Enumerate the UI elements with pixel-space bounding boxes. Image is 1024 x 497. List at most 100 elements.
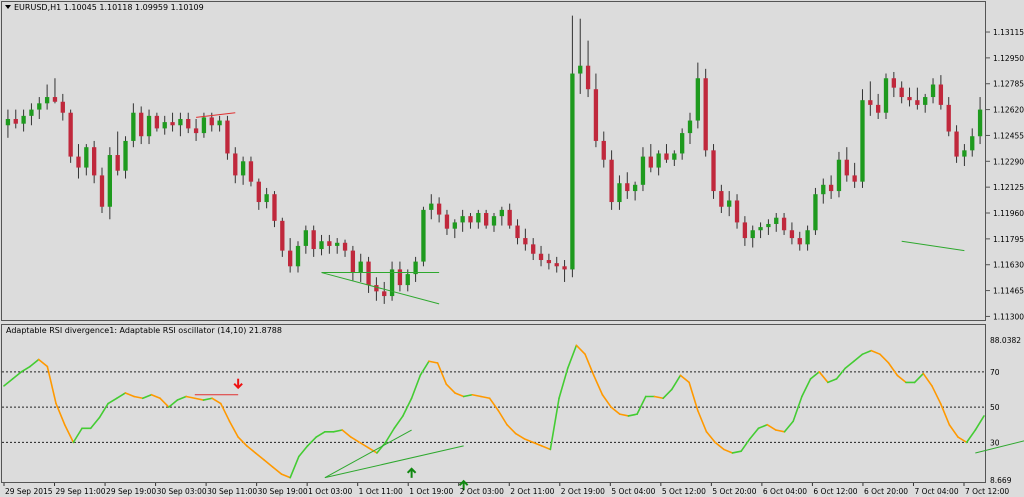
candle-body [264, 194, 269, 203]
candle-body [327, 241, 332, 246]
candle-body [68, 112, 73, 157]
candle-body [335, 242, 340, 246]
candle-body [640, 156, 646, 185]
candle-body [288, 250, 293, 267]
time-tick-label: 30 Sep 03:00 [157, 487, 207, 496]
candle-body [421, 209, 426, 262]
candle-body [625, 183, 630, 192]
candle-body [382, 291, 387, 297]
candle-body [938, 84, 944, 105]
candle-body [201, 117, 207, 134]
candle-body [515, 225, 520, 239]
candle-body [797, 238, 802, 245]
candle-body [891, 78, 896, 88]
candle-body [703, 78, 708, 151]
price-tick-label: 1.12620 [993, 106, 1024, 115]
time-tick-label: 5 Oct 12:00 [662, 487, 706, 496]
price-tick-label: 1.11960 [993, 209, 1024, 218]
candle-body [233, 153, 238, 176]
candle-body [742, 222, 748, 239]
candle-body [37, 103, 42, 110]
candle-body [358, 261, 363, 273]
time-tick-label: 29 Sep 19:00 [106, 487, 156, 496]
candle-body [13, 118, 18, 124]
candle-body [209, 117, 214, 126]
candle-body [632, 184, 638, 192]
candle-body [813, 194, 818, 231]
candle-body [946, 104, 951, 132]
indicator-tick-label: 70 [990, 368, 1000, 377]
chart-canvas: 1.13115 1.12950 1.12785 1.12620 1.12455 1.122… [1, 1, 1024, 496]
candle-body [186, 118, 191, 129]
candle-body [970, 136, 975, 151]
price-tick-label: 1.12455 [993, 131, 1024, 140]
candle-body [585, 65, 591, 90]
candle-body [907, 97, 912, 101]
candle-body [836, 159, 842, 192]
candle-body [664, 153, 669, 160]
candle-body [178, 118, 183, 126]
candle-body [52, 97, 58, 102]
candle-body [193, 128, 199, 134]
candle-body [170, 122, 175, 126]
time-tick-label: 2 Oct 19:00 [561, 487, 605, 496]
candle-body [617, 183, 622, 203]
candle-body [123, 140, 128, 171]
candle-body [601, 140, 606, 160]
candle-body [531, 244, 536, 254]
indicator-tick-label: 30 [990, 438, 1000, 447]
candle-body [711, 150, 716, 192]
candle-body [84, 147, 89, 168]
candle-body [280, 220, 285, 251]
time-tick-label: 7 Oct 12:00 [965, 487, 1009, 496]
time-tick-label: 30 Sep 19:00 [258, 487, 308, 496]
price-tick-label: 1.11300 [993, 312, 1024, 321]
candle-body [680, 133, 685, 154]
candle-body [131, 112, 136, 141]
time-tick-label: 2 Oct 11:00 [510, 487, 554, 496]
candle-body [766, 223, 771, 228]
candle-body [507, 209, 512, 226]
candle-body [781, 217, 787, 231]
candle-body [554, 263, 559, 267]
price-tick-label: 1.12125 [993, 183, 1024, 192]
price-tick-label: 1.12950 [993, 54, 1024, 63]
price-tick-label: 1.12290 [993, 157, 1024, 166]
time-tick-label: 1 Oct 11:00 [359, 487, 403, 496]
candle-body [146, 115, 152, 137]
candle-body [374, 285, 379, 292]
price-tick-label: 1.11465 [993, 287, 1024, 296]
candle-body [248, 161, 254, 182]
candle-body [962, 150, 967, 157]
price-chart-title: EURUSD,H1 1.10045 1.10118 1.09959 1.1010… [14, 3, 204, 12]
candle-body [750, 230, 755, 239]
candle-body [648, 156, 653, 168]
price-y-axis: 1.13115 1.12950 1.12785 1.12620 1.12455 1.122… [986, 28, 1024, 321]
candle-body [350, 250, 356, 273]
candle-body [570, 73, 575, 270]
candle-body [256, 181, 261, 203]
indicator-tick-label: 88.0382 [990, 336, 1021, 345]
candle-body [44, 97, 50, 104]
candle-body [899, 87, 904, 98]
candle-body [429, 203, 434, 210]
candle-body [476, 213, 481, 223]
candle-body [107, 155, 112, 207]
candle-body [727, 200, 732, 207]
time-tick-label: 6 Oct 20:00 [864, 487, 908, 496]
candle-body [876, 104, 881, 113]
candle-body [366, 261, 371, 286]
candle-body [29, 109, 34, 116]
candle-body [76, 156, 81, 168]
time-tick-label: 1 Oct 19:00 [409, 487, 453, 496]
candle-body [789, 230, 795, 239]
candle-body [523, 238, 528, 245]
time-tick-label: 6 Oct 12:00 [813, 487, 857, 496]
candle-body [468, 216, 473, 223]
price-tick-label: 1.11795 [993, 235, 1024, 244]
candle-body [868, 100, 873, 105]
candle-body [695, 78, 700, 121]
candle-body [499, 209, 504, 217]
time-tick-label: 1 Oct 03:00 [308, 487, 352, 496]
candle-body [491, 216, 497, 226]
